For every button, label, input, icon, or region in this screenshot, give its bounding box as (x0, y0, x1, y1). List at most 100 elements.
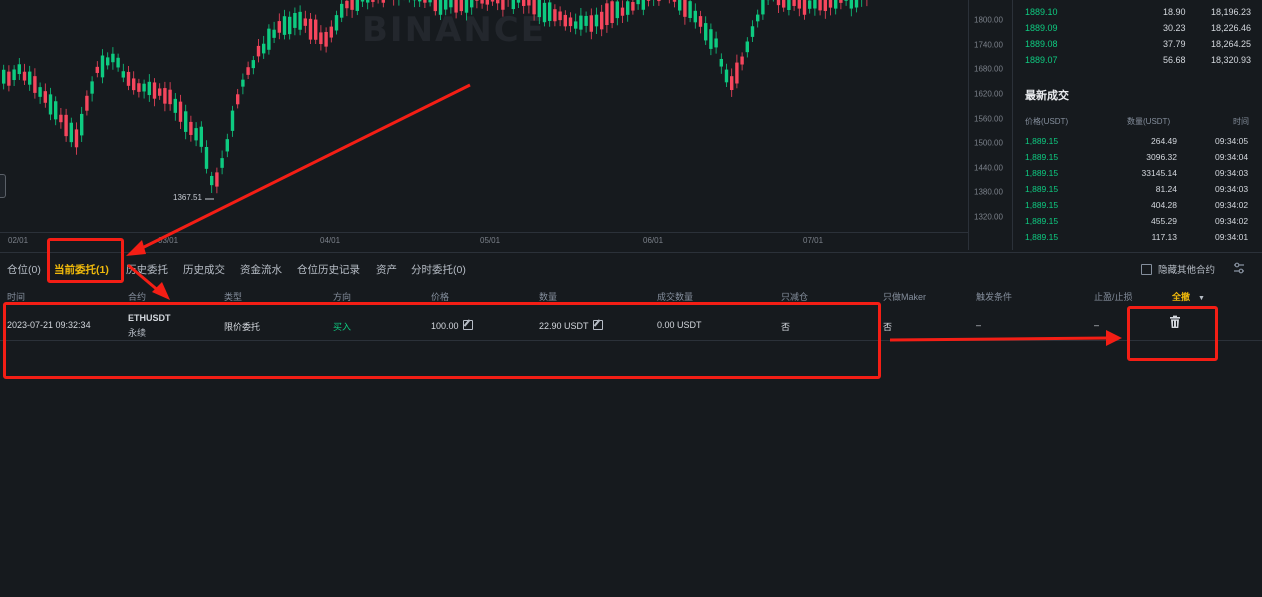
orderbook-row[interactable]: 1889.09 30.23 18,226.46 (1013, 20, 1262, 36)
order-tpsl: – (1094, 320, 1100, 330)
annotation-box-cancel (1127, 306, 1218, 361)
candle-body (813, 0, 817, 9)
orderbook-price: 1889.09 (1025, 23, 1058, 33)
orderbook-qty: 37.79 (1163, 39, 1186, 49)
price-tick-label: 1440.00 (974, 163, 1003, 173)
candle-body (334, 15, 339, 31)
tab-time-orders[interactable]: 分时委托(0) (411, 262, 466, 277)
cancel-all-label: 全撤 (1172, 292, 1191, 302)
candle-body (678, 0, 682, 11)
trade-time: 09:34:05 (1215, 136, 1249, 146)
candle-body (719, 58, 723, 67)
orderbook-row[interactable]: 1889.10 18.90 18,196.23 (1013, 4, 1262, 20)
annotation-box-order (3, 302, 881, 379)
candle-body (626, 1, 630, 15)
tab-position-history[interactable]: 仓位历史记录 (297, 262, 360, 277)
candle-body (142, 83, 146, 92)
order-post-only: 否 (883, 322, 893, 332)
tab-transactions[interactable]: 资金流水 (240, 262, 282, 277)
candle-body (854, 0, 859, 8)
expand-handle[interactable] (0, 174, 6, 198)
candle-body (293, 13, 297, 28)
hide-other-contracts-toggle[interactable]: 隐藏其他合约 (1141, 262, 1215, 276)
trade-time: 09:34:01 (1215, 232, 1249, 242)
candle-body (735, 62, 739, 84)
candle-body (277, 21, 281, 33)
time-axis[interactable]: 02/01 03/01 04/01 05/01 06/01 07/01 (0, 232, 968, 251)
candle-body (485, 0, 489, 5)
cancel-all-button[interactable]: 全撤 ▼ (1172, 290, 1205, 303)
tab-assets[interactable]: 资产 (376, 262, 397, 277)
candle-body (38, 87, 42, 97)
orderbook-row[interactable]: 1889.07 56.68 18,320.93 (1013, 52, 1262, 68)
candle-body (724, 69, 729, 83)
candle-body (579, 15, 583, 30)
checkbox[interactable] (1141, 264, 1152, 275)
candle-body (137, 83, 141, 92)
trade-time: 09:34:02 (1215, 200, 1249, 210)
candle-body (792, 0, 796, 6)
candle-body (558, 11, 562, 21)
orderbook-qty: 18.90 (1163, 7, 1186, 17)
candle-body (470, 0, 474, 8)
candlestick-chart[interactable]: BINANCE 1367.51 1800.00 1740.00 1680.00 162… (0, 0, 1010, 250)
list-item: 1,889.15 33145.14 09:34:03 (1013, 166, 1262, 182)
candle-body (631, 2, 635, 11)
candle-body (496, 0, 500, 4)
trade-price: 1,889.15 (1025, 168, 1059, 178)
candle-body (204, 147, 209, 169)
tab-positions[interactable]: 仓位(0) (7, 262, 41, 277)
trade-qty: 81.24 (1155, 184, 1177, 194)
candle-body (116, 57, 120, 68)
candle-body (776, 0, 781, 6)
trades-price-header: 价格(USDT) (1025, 117, 1069, 126)
trade-qty: 455.29 (1151, 216, 1177, 226)
trade-time: 09:34:03 (1215, 168, 1249, 178)
candle-body (433, 0, 437, 12)
candle-body (173, 98, 177, 113)
candle-body (288, 16, 292, 35)
filter-settings-icon[interactable] (1232, 261, 1246, 275)
candle-body (553, 9, 557, 22)
candle-body (636, 0, 640, 5)
candle-body (314, 19, 318, 40)
price-tick-label: 1800.00 (974, 15, 1003, 25)
candle-body (740, 56, 744, 65)
candle-body (256, 45, 261, 57)
orderbook-row[interactable]: 1889.08 37.79 18,264.25 (1013, 36, 1262, 52)
candle-body (756, 14, 760, 22)
candle-body (12, 69, 16, 81)
candle-body (215, 172, 219, 187)
recent-trades-title: 最新成交 (1025, 90, 1069, 102)
candle-body (106, 57, 110, 66)
orderbook-qty: 56.68 (1163, 55, 1186, 65)
candle-body (340, 3, 344, 18)
list-item: 1,889.15 3096.32 09:34:04 (1013, 150, 1262, 166)
price-tick-label: 1680.00 (974, 64, 1003, 74)
candle-body (537, 0, 541, 18)
tab-trade-history[interactable]: 历史成交 (183, 262, 225, 277)
trade-price: 1,889.15 (1025, 136, 1059, 146)
orderbook-price: 1889.08 (1025, 39, 1058, 49)
candle-body (168, 89, 172, 105)
candle-body (657, 0, 661, 2)
candle-body (178, 101, 183, 122)
candle-body (418, 0, 422, 2)
tab-order-history[interactable]: 历史委托 (126, 262, 168, 277)
trade-price: 1,889.15 (1025, 184, 1059, 194)
candle-body (236, 94, 240, 105)
price-axis[interactable]: 1800.00 1740.00 1680.00 1620.00 1560.00 1500.… (968, 0, 1011, 250)
candle-body (132, 78, 136, 91)
candle-body (787, 0, 791, 11)
list-item: 1,889.15 404.28 09:34:02 (1013, 198, 1262, 214)
candle-body (355, 0, 359, 11)
candle-body (241, 79, 245, 87)
caret-down-icon[interactable]: ▼ (1198, 295, 1205, 302)
candle-body (152, 82, 157, 99)
orderbook-qty: 30.23 (1163, 23, 1186, 33)
candle-body (267, 28, 271, 50)
orderbook-price: 1889.10 (1025, 7, 1058, 17)
candle-body (834, 0, 838, 9)
candle-body (230, 110, 235, 131)
candle-body (80, 113, 84, 136)
